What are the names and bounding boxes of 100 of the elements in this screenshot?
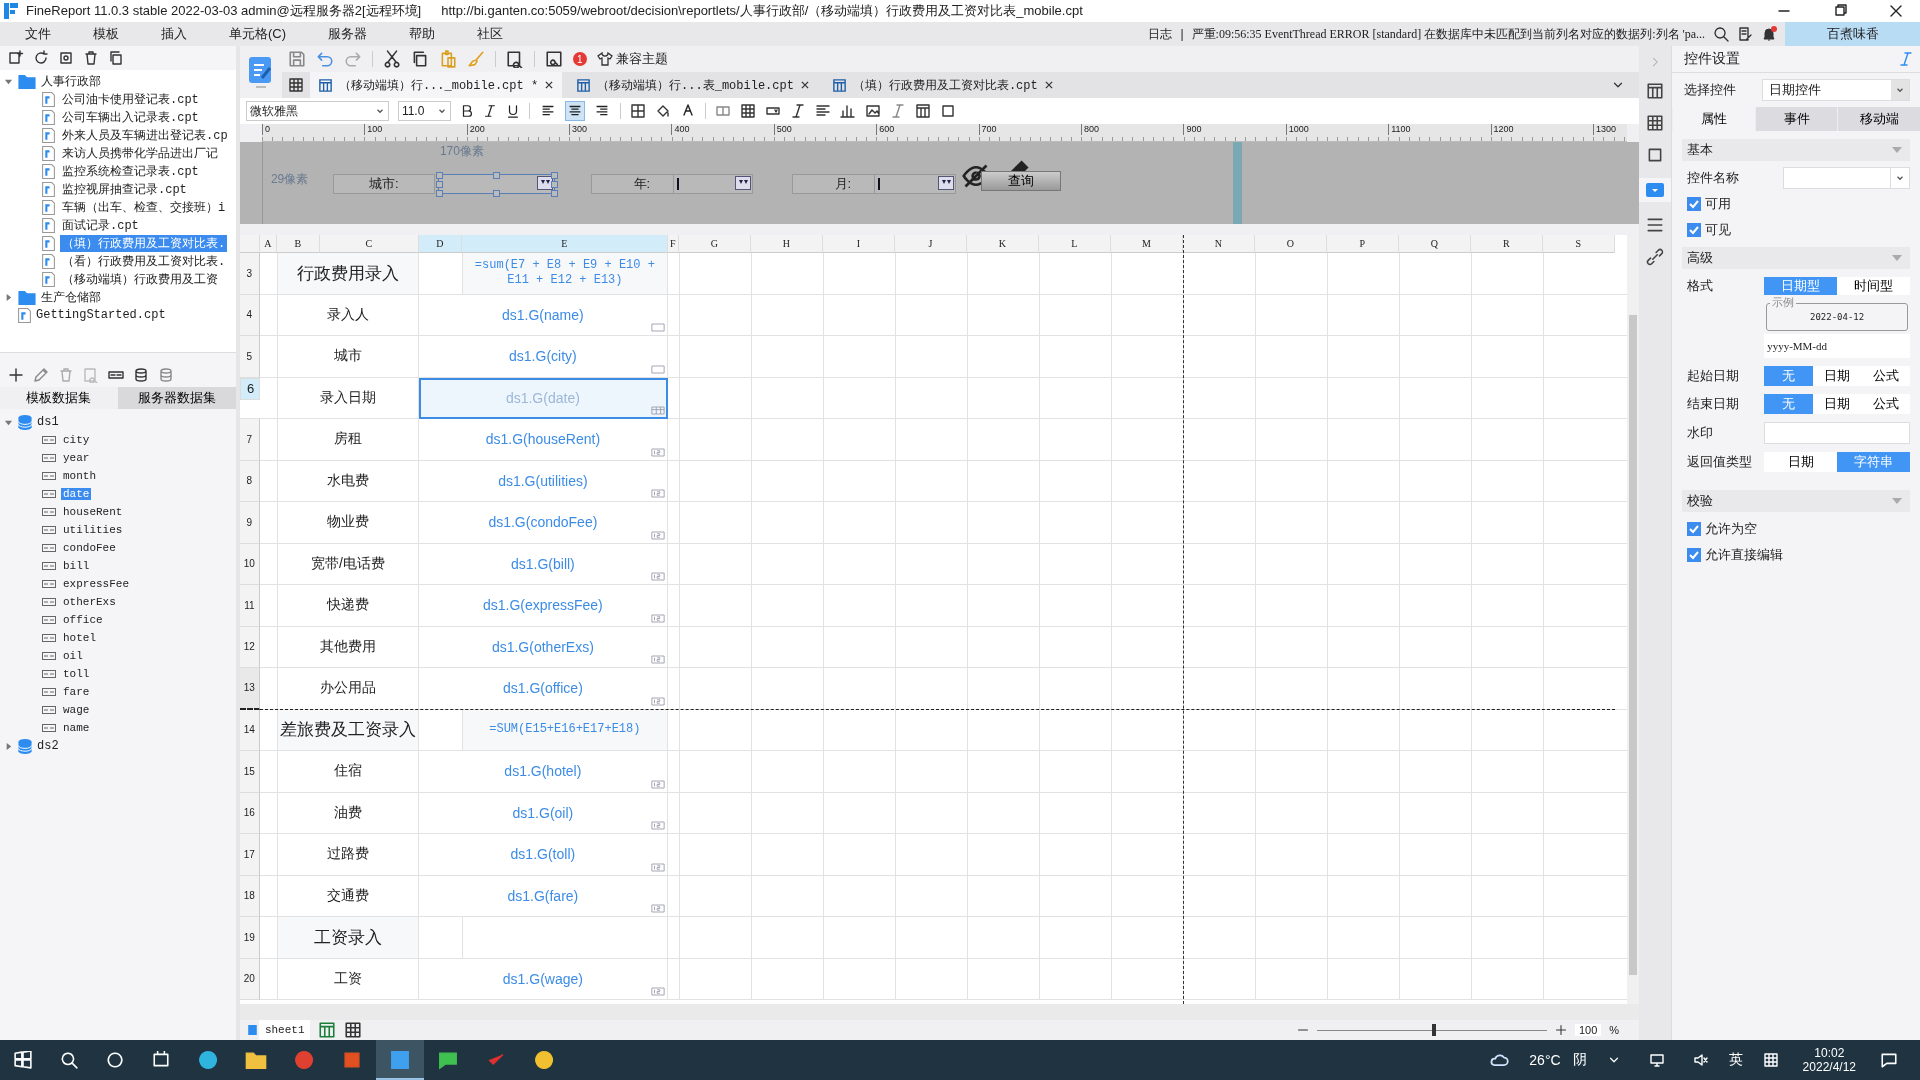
tab-label[interactable]: （移动端填）行...表_mobile.cpt	[597, 76, 794, 94]
column-header[interactable]: D	[418, 235, 462, 253]
cut-icon[interactable]	[382, 50, 401, 68]
save-icon[interactable]	[287, 50, 306, 68]
link-icon[interactable]	[1646, 248, 1665, 266]
weather-condition[interactable]: 阴	[1572, 1051, 1587, 1069]
file-tab[interactable]: （移动端填）行..._mobile.cpt *	[309, 72, 563, 98]
italic-icon[interactable]	[482, 104, 497, 118]
border-icon[interactable]	[629, 103, 646, 119]
condition-icon[interactable]	[1646, 216, 1665, 234]
field-item[interactable]: oil	[61, 650, 85, 662]
delete-icon[interactable]	[83, 50, 99, 66]
watermark-field[interactable]	[1764, 422, 1910, 444]
row-header[interactable]: 11	[239, 585, 260, 627]
file-tab[interactable]: （填）行政费用及工资对比表.cpt	[823, 72, 1062, 98]
checkbox[interactable]	[1687, 223, 1702, 237]
row-header[interactable]: 19	[239, 917, 260, 959]
column-header[interactable]: Q	[1398, 235, 1471, 253]
parameter-field[interactable]	[873, 174, 956, 194]
font-select[interactable]: 微软雅黑	[245, 101, 389, 121]
search-icon[interactable]	[1713, 26, 1729, 42]
query-button[interactable]: 查询	[980, 171, 1061, 191]
add-form-icon[interactable]	[344, 1021, 363, 1039]
row-header[interactable]: 5	[239, 336, 260, 378]
format-field[interactable]: yyyy-MM-dd	[1764, 334, 1910, 358]
tree-item[interactable]: 来访人员携带化学品进出厂记	[60, 144, 220, 162]
field-item[interactable]: houseRent	[61, 506, 125, 518]
app-icon[interactable]	[376, 1040, 424, 1080]
find-icon[interactable]	[505, 50, 524, 68]
row-header[interactable]: 7	[239, 419, 260, 461]
tab[interactable]: 移动端	[1837, 107, 1920, 131]
chart-icon[interactable]	[839, 103, 856, 119]
row-header[interactable]: 3	[239, 253, 260, 295]
refresh-icon[interactable]	[33, 50, 49, 66]
grid-icon[interactable]	[287, 77, 304, 93]
report-icon[interactable]	[914, 103, 931, 119]
field-item[interactable]: condoFee	[61, 542, 118, 554]
zoom-field[interactable]: 100	[1575, 1024, 1602, 1036]
name-field[interactable]	[1783, 167, 1910, 189]
tree-item[interactable]: （看）行政费用及工资对比表.	[60, 252, 228, 270]
slider-thumb[interactable]	[1432, 1024, 1437, 1036]
resize-handle[interactable]	[493, 172, 501, 179]
font-size-select[interactable]: 11.0	[397, 101, 451, 121]
menu-item[interactable]: 社区	[452, 25, 504, 43]
keyboard-icon[interactable]	[1762, 1052, 1779, 1068]
undo-icon[interactable]	[315, 50, 334, 68]
widget-icon[interactable]	[1639, 178, 1672, 202]
tree-item[interactable]: 生产仓储部	[41, 288, 101, 306]
tree-item[interactable]: 面试记录.cpt	[60, 216, 141, 234]
column-header[interactable]: P	[1326, 235, 1399, 253]
column-header[interactable]: N	[1182, 235, 1255, 253]
dataset-item[interactable]: ds1	[37, 415, 59, 429]
tab[interactable]: 服务器数据集	[117, 387, 236, 409]
field-item[interactable]: wage	[61, 704, 92, 716]
column-header[interactable]: G	[678, 235, 751, 253]
tree-item[interactable]: 监控系统检查记录表.cpt	[60, 162, 201, 180]
field-item[interactable]: city	[61, 434, 92, 446]
file-tab[interactable]: （移动端填）行...表_mobile.cpt	[568, 72, 818, 98]
dropdown-icon[interactable]	[937, 176, 954, 190]
close-icon[interactable]	[544, 80, 555, 90]
plus-icon[interactable]	[1555, 1024, 1567, 1036]
image-icon[interactable]	[864, 103, 881, 119]
close-icon[interactable]	[1888, 3, 1904, 19]
clock-time[interactable]: 10:02	[1814, 1046, 1845, 1060]
field-item[interactable]: utilities	[61, 524, 125, 536]
notification-icon[interactable]	[1880, 1051, 1898, 1069]
cell-icon[interactable]	[1646, 82, 1665, 100]
align-center-icon[interactable]	[565, 102, 584, 120]
tab[interactable]: 事件	[1754, 107, 1838, 131]
tree-item[interactable]: GettingStarted.cpt	[36, 308, 166, 322]
frame-icon[interactable]	[939, 103, 956, 119]
tree-item[interactable]: 公司油卡使用登记表.cpt	[60, 90, 201, 108]
menu-item[interactable]: 服务器	[303, 25, 368, 43]
parameter-field[interactable]	[437, 174, 555, 194]
section-header[interactable]: 基本	[1687, 141, 1714, 159]
table-icon[interactable]	[739, 103, 756, 119]
windows-icon[interactable]	[14, 1051, 32, 1069]
expand-arrow-icon[interactable]	[4, 741, 13, 751]
field-item[interactable]: otherExs	[61, 596, 118, 608]
close-icon[interactable]	[799, 80, 810, 90]
row-header[interactable]: 15	[239, 751, 260, 793]
column-header[interactable]: R	[1470, 235, 1543, 253]
tab[interactable]: 模板数据集	[0, 387, 118, 409]
checkbox[interactable]	[1687, 197, 1702, 211]
slash-icon[interactable]	[889, 103, 906, 119]
column-header[interactable]: B	[276, 235, 320, 253]
field-item[interactable]: office	[61, 614, 105, 626]
shirt-icon[interactable]	[596, 51, 613, 67]
input-method[interactable]: 英	[1728, 1051, 1743, 1069]
settings-icon[interactable]	[58, 50, 74, 66]
maximize-icon[interactable]	[1832, 3, 1848, 19]
copy-icon[interactable]	[108, 50, 124, 66]
field-item[interactable]: hotel	[61, 632, 98, 644]
user-name[interactable]: 百煮味香	[1785, 22, 1920, 46]
align-icon[interactable]	[814, 103, 831, 119]
field-item[interactable]: toll	[61, 668, 92, 680]
bell-icon[interactable]	[1761, 26, 1777, 42]
column-header[interactable]: C	[319, 235, 419, 253]
cortana-icon[interactable]	[106, 1051, 124, 1069]
weather-temperature[interactable]: 26°C	[1529, 1052, 1561, 1068]
